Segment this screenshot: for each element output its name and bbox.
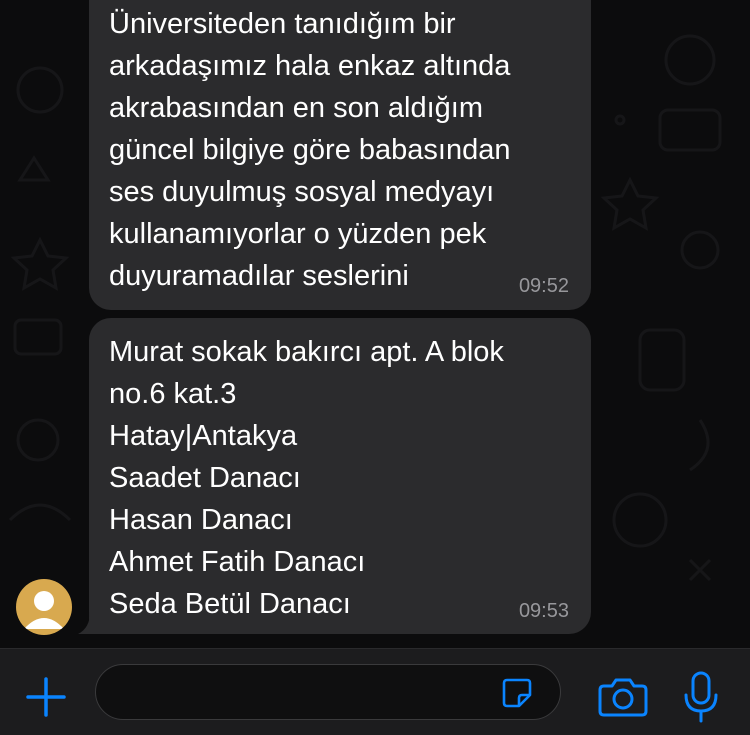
message-line: Hasan Danacı: [109, 504, 293, 536]
plus-icon[interactable]: [24, 675, 68, 719]
message-line: akrabasından en son aldığım: [109, 92, 484, 124]
message-line: arkadaşımız hala enkaz altında: [109, 50, 511, 82]
message-line: Hatay|Antakya: [109, 420, 298, 452]
avatar[interactable]: [16, 579, 72, 635]
camera-icon[interactable]: [598, 677, 648, 717]
message-bubble[interactable]: Murat sokak bakırcı apt. A blok no.6 kat…: [89, 318, 591, 634]
message-input[interactable]: [114, 665, 498, 720]
message-timestamp: 09:52: [518, 275, 569, 297]
bubble-tail: [78, 612, 100, 634]
message-line: no.6 kat.3: [109, 378, 237, 410]
message-line: ses duyulmuş sosyal medyayı: [109, 176, 495, 208]
message-timestamp: 09:53: [518, 600, 569, 622]
message-line: duyuramadılar seslerini: [109, 260, 409, 292]
sticker-icon[interactable]: [501, 677, 533, 709]
message-input-field[interactable]: [95, 664, 561, 720]
message-line: Üniversiteden tanıdığım bir: [109, 8, 456, 40]
message-bubble[interactable]: Üniversiteden tanıdığım bir arkadaşımız …: [89, 0, 591, 310]
message-line: güncel bilgiye göre babasından: [109, 134, 511, 166]
user-avatar-icon: [24, 591, 64, 629]
message-text: Üniversiteden tanıdığım bir arkadaşımız …: [109, 3, 577, 297]
chat-area[interactable]: Üniversiteden tanıdığım bir arkadaşımız …: [0, 0, 750, 648]
microphone-icon[interactable]: [683, 671, 719, 723]
message-line: Seda Betül Danacı: [109, 588, 351, 620]
message-composer: [0, 648, 750, 735]
message-line: Ahmet Fatih Danacı: [109, 546, 366, 578]
message-line: kullanamıyorlar o yüzden pek: [109, 218, 487, 250]
message-text: Murat sokak bakırcı apt. A blok no.6 kat…: [109, 331, 577, 625]
message-line: Saadet Danacı: [109, 462, 301, 494]
message-line: Murat sokak bakırcı apt. A blok: [109, 336, 504, 368]
